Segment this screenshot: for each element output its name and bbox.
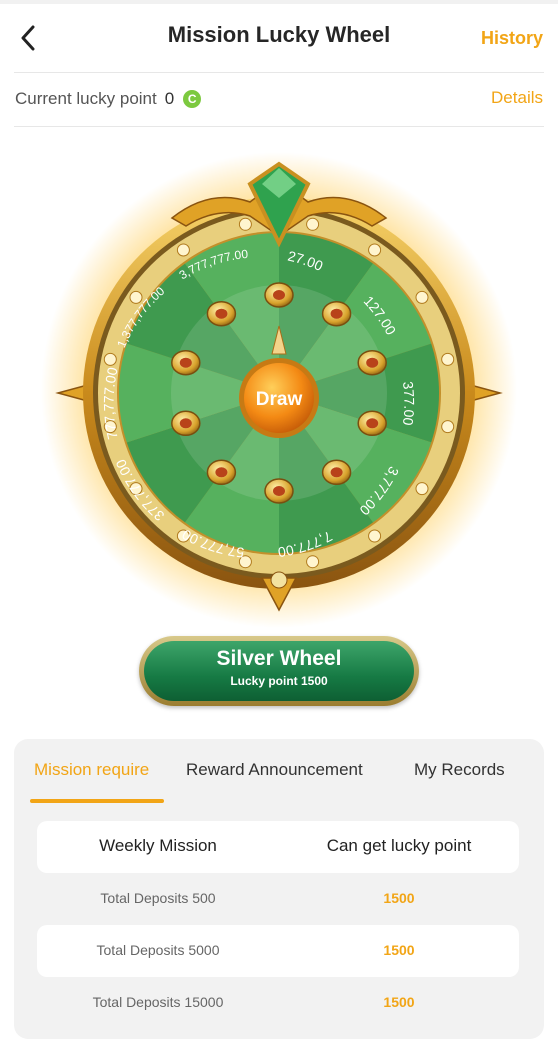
table-row: Total Deposits 5000 1500 bbox=[37, 925, 519, 977]
coin-icon bbox=[171, 349, 201, 376]
header-weekly-mission: Weekly Mission bbox=[99, 836, 217, 855]
tab-reward-announcement[interactable]: Reward Announcement bbox=[186, 760, 363, 780]
mission-name: Total Deposits 500 bbox=[100, 890, 216, 906]
history-link[interactable]: History bbox=[481, 28, 543, 49]
rim-bulb bbox=[415, 290, 429, 304]
bottom-bulb bbox=[270, 571, 288, 589]
coin-icon bbox=[264, 282, 294, 308]
lucky-point-label: Current lucky point bbox=[15, 89, 157, 108]
coin-icon bbox=[264, 478, 294, 504]
coin-icon bbox=[321, 300, 352, 327]
rim-bulb bbox=[368, 243, 382, 257]
lucky-wheel: 27.00 127.00 377.00 3,777.00 7,777.00 57… bbox=[41, 152, 517, 628]
lucky-point-row: Current lucky point 0 C bbox=[15, 88, 202, 110]
lucky-point-value: 0 bbox=[164, 89, 175, 108]
mission-points: 1500 bbox=[383, 890, 415, 906]
tab-active-indicator bbox=[30, 799, 164, 803]
rim-bulb bbox=[238, 217, 252, 231]
rim-bulb bbox=[176, 243, 190, 257]
mission-points: 1500 bbox=[383, 994, 415, 1010]
rim-bulb bbox=[306, 217, 320, 231]
header-lucky-point: Can get lucky point bbox=[326, 836, 472, 855]
tab-my-records[interactable]: My Records bbox=[414, 760, 505, 780]
rim-bulb bbox=[306, 555, 320, 569]
silver-wheel-title: Silver Wheel bbox=[216, 647, 342, 670]
coin-icon bbox=[206, 300, 237, 327]
points-divider bbox=[14, 126, 544, 127]
details-link[interactable]: Details bbox=[491, 88, 543, 108]
coin-icon bbox=[357, 410, 387, 437]
header-bar: Mission Lucky Wheel History bbox=[0, 4, 558, 72]
page-title: Mission Lucky Wheel bbox=[167, 22, 391, 47]
tab-mission-require[interactable]: Mission require bbox=[34, 760, 149, 780]
rim-bulb bbox=[129, 290, 143, 304]
mission-points: 1500 bbox=[383, 942, 415, 958]
coin-icon bbox=[321, 459, 352, 486]
mission-name: Total Deposits 15000 bbox=[92, 994, 224, 1010]
rim-bulb bbox=[415, 482, 429, 496]
header-divider bbox=[14, 72, 544, 73]
coin-icon bbox=[357, 349, 387, 376]
rim-bulb bbox=[441, 420, 455, 434]
missions-panel: Mission require Reward Announcement My R… bbox=[14, 739, 544, 1039]
table-row: Total Deposits 15000 1500 bbox=[37, 977, 519, 1029]
rim-bulb bbox=[368, 529, 382, 543]
prize-label-3: 377.00 bbox=[400, 380, 418, 426]
draw-label: Draw bbox=[256, 389, 303, 410]
coin-icon bbox=[171, 410, 201, 437]
draw-button[interactable]: Draw bbox=[239, 358, 319, 438]
coin-icon bbox=[206, 459, 237, 486]
rim-bulb bbox=[103, 352, 117, 366]
lucky-coin-icon: C bbox=[183, 90, 202, 108]
table-row: Total Deposits 500 1500 bbox=[37, 873, 519, 925]
rim-bulb bbox=[441, 352, 455, 366]
silver-wheel-subtitle: Lucky point 1500 bbox=[230, 674, 328, 688]
table-header: Weekly Mission Can get lucky point bbox=[37, 821, 519, 873]
mission-name: Total Deposits 5000 bbox=[96, 942, 220, 958]
silver-wheel-button[interactable]: Silver Wheel Lucky point 1500 bbox=[139, 636, 419, 706]
